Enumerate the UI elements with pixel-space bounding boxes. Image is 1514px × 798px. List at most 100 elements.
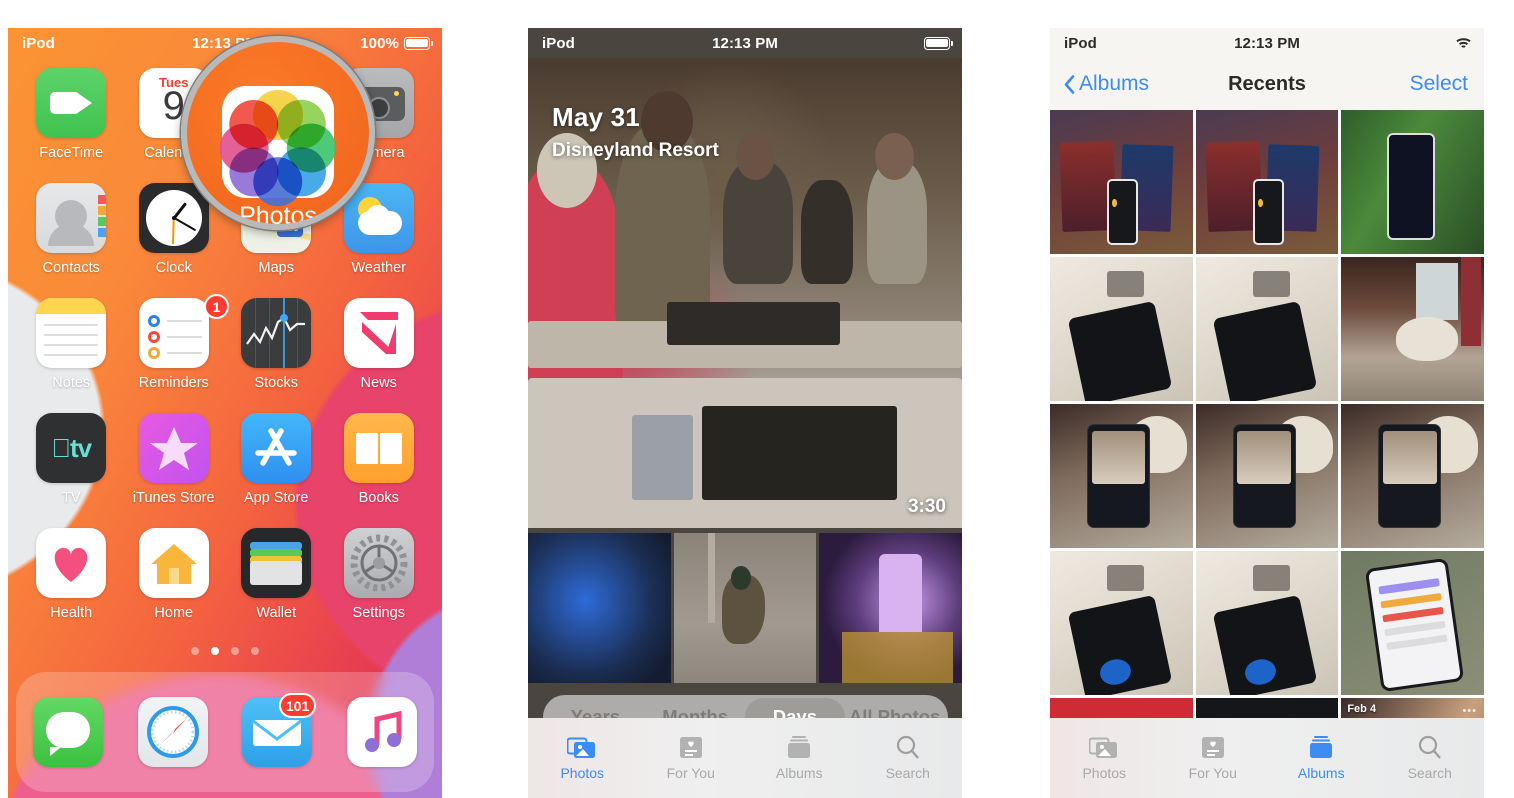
page-dot[interactable] xyxy=(231,647,239,655)
screenshot-stage: iPod 12:13 PM 100% FaceTime Tues 9 Calen… xyxy=(0,0,1514,798)
tab-albums[interactable]: Albums xyxy=(1267,718,1376,798)
photo-cell[interactable] xyxy=(1341,404,1484,548)
app-settings[interactable]: Settings xyxy=(328,528,431,621)
app-contacts[interactable]: Contacts xyxy=(20,183,123,276)
tab-for-you[interactable]: For You xyxy=(637,718,746,798)
app-label: Home xyxy=(154,605,194,621)
photo-cell[interactable] xyxy=(1341,110,1484,254)
app-wallet[interactable]: Wallet xyxy=(225,528,328,621)
search-tab-icon xyxy=(893,735,923,760)
app-label: iTunes Store xyxy=(132,490,215,506)
panel-home-screen: iPod 12:13 PM 100% FaceTime Tues 9 Calen… xyxy=(8,28,442,798)
photo-cell[interactable] xyxy=(1050,110,1193,254)
photo-grid: Feb 4 ••• xyxy=(1050,110,1484,718)
tab-label: For You xyxy=(1188,765,1237,781)
photo-cell[interactable] xyxy=(1195,551,1339,695)
status-bar: iPod 12:13 PM xyxy=(528,28,962,58)
app-news[interactable]: News xyxy=(328,298,431,391)
tab-for-you[interactable]: For You xyxy=(1159,718,1268,798)
messages-icon xyxy=(33,697,104,767)
app-tv[interactable]: tv TV xyxy=(20,413,123,506)
contacts-icon xyxy=(36,183,107,253)
tab-photos[interactable]: Photos xyxy=(1050,718,1159,798)
navigation-bar: Albums Recents Select xyxy=(1050,58,1484,110)
app-label: Clock xyxy=(155,260,192,276)
battery-icon xyxy=(404,36,434,50)
tv-icon: tv xyxy=(36,413,107,483)
dock-item-safari[interactable] xyxy=(137,697,208,767)
photos-recents-screen: iPod 12:13 PM Albums Recents Select Feb … xyxy=(1050,28,1484,798)
page-dot[interactable] xyxy=(251,647,259,655)
app-app-store[interactable]: App Store xyxy=(225,413,328,506)
app-label: FaceTime xyxy=(39,145,104,161)
hero-photo-card[interactable]: May 31 Disneyland Resort 3:30 xyxy=(528,58,962,528)
photo-cell[interactable] xyxy=(1050,404,1193,548)
app-label: Stocks xyxy=(254,375,298,391)
photo-cell[interactable] xyxy=(1195,404,1339,548)
app-health[interactable]: Health xyxy=(20,528,123,621)
battery-percent-label: 100% xyxy=(360,34,399,52)
wifi-icon xyxy=(1455,37,1472,50)
photo-cell[interactable] xyxy=(1195,257,1339,401)
tab-photos[interactable]: Photos xyxy=(528,718,637,798)
for-you-tab-icon xyxy=(676,735,706,760)
app-itunes-store[interactable]: iTunes Store xyxy=(123,413,226,506)
badge-count: 1 xyxy=(204,294,229,319)
notes-icon xyxy=(36,298,107,368)
tab-label: Albums xyxy=(1297,765,1345,781)
photos-icon-magnified xyxy=(219,86,337,208)
tab-label: Albums xyxy=(775,765,823,781)
app-stocks[interactable]: Stocks xyxy=(225,298,328,391)
tab-search[interactable]: Search xyxy=(1376,718,1485,798)
app-label: Wallet xyxy=(256,605,297,621)
facetime-icon xyxy=(36,68,107,138)
photo-menu-icon[interactable]: ••• xyxy=(1462,705,1477,717)
app-facetime[interactable]: FaceTime xyxy=(20,68,123,161)
page-dot-active[interactable] xyxy=(211,647,219,655)
hero-duration: 3:30 xyxy=(907,496,946,517)
tab-albums[interactable]: Albums xyxy=(745,718,854,798)
tab-label: For You xyxy=(666,765,715,781)
app-label: Reminders xyxy=(138,375,209,391)
photo-cell[interactable] xyxy=(1195,110,1339,254)
photo-cell[interactable] xyxy=(1050,698,1193,718)
dock-item-music[interactable] xyxy=(346,697,417,767)
settings-icon xyxy=(343,528,414,598)
albums-tab-icon xyxy=(1306,735,1336,760)
thumbnail-item[interactable] xyxy=(819,533,962,683)
tab-search[interactable]: Search xyxy=(854,718,963,798)
hero-place: Disneyland Resort xyxy=(552,140,719,161)
status-right xyxy=(1455,37,1472,50)
app-home[interactable]: Home xyxy=(123,528,226,621)
photos-days-screen: iPod 12:13 PM May 31 Disneyland Resort 3… xyxy=(528,28,962,798)
page-dot[interactable] xyxy=(191,647,199,655)
dock-item-mail[interactable]: 101 xyxy=(242,693,317,767)
tab-bar: Photos For You Albums Search xyxy=(1050,718,1484,798)
thumbnail-item[interactable] xyxy=(673,533,817,683)
dock-item-messages[interactable] xyxy=(33,697,104,767)
app-books[interactable]: Books xyxy=(328,413,431,506)
photo-cell[interactable] xyxy=(1050,257,1193,401)
battery-icon xyxy=(924,36,954,50)
health-icon xyxy=(36,528,107,598)
badge-count: 101 xyxy=(278,693,317,718)
photo-cell[interactable] xyxy=(1050,551,1193,695)
panel-photos-recents: iPod 12:13 PM Albums Recents Select Feb … xyxy=(1050,28,1484,798)
photo-cell[interactable] xyxy=(1195,698,1339,718)
reminders-icon xyxy=(138,298,209,368)
select-button[interactable]: Select xyxy=(1410,72,1468,96)
photo-date-tag: Feb 4 xyxy=(1347,703,1377,715)
home-icon xyxy=(138,528,209,598)
thumbnail-item[interactable] xyxy=(528,533,671,683)
music-icon xyxy=(346,697,417,767)
photo-cell[interactable] xyxy=(1341,551,1484,695)
photo-cell[interactable]: Feb 4 ••• xyxy=(1341,698,1484,718)
status-time: 12:13 PM xyxy=(712,34,778,52)
photo-cell[interactable] xyxy=(1341,257,1484,401)
status-bar: iPod 12:13 PM xyxy=(1050,28,1484,58)
status-time: 12:13 PM xyxy=(1234,34,1300,52)
app-notes[interactable]: Notes xyxy=(20,298,123,391)
magnifier-callout-photos-app: Photos xyxy=(181,36,375,230)
page-dots[interactable] xyxy=(8,647,442,655)
app-reminders[interactable]: 1 Reminders xyxy=(123,294,229,391)
